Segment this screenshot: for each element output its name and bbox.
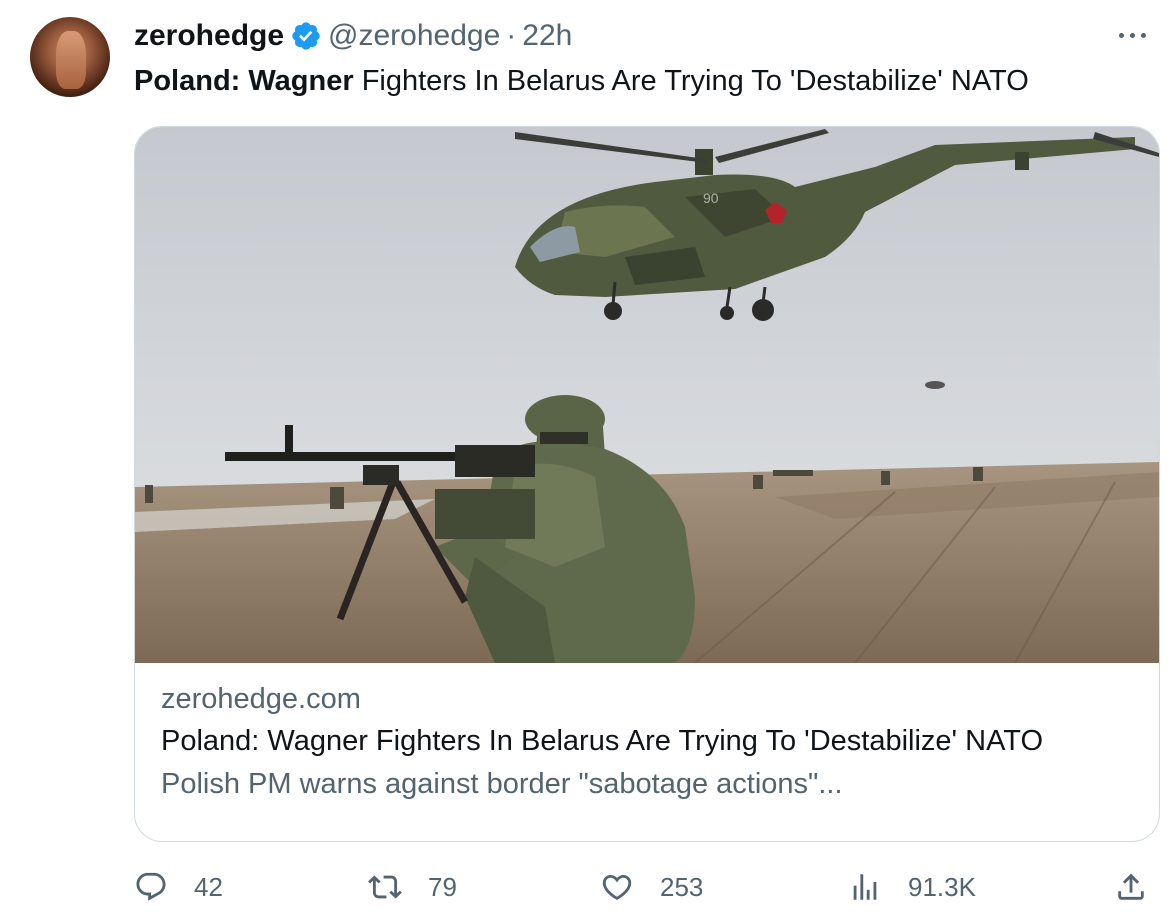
reply-button[interactable]: 42 xyxy=(134,862,223,912)
tweet-header: zerohedge @zerohedge · 22h xyxy=(134,16,572,56)
card-image: 90 xyxy=(135,127,1159,663)
views-icon xyxy=(853,874,877,900)
retweet-icon xyxy=(368,875,402,899)
avatar-figure xyxy=(56,31,86,89)
views-count: 91.3K xyxy=(908,871,976,902)
header-separator: · xyxy=(506,19,517,52)
card-title: Poland: Wagner Fighters In Belarus Are T… xyxy=(161,725,1044,757)
helicopter-marking: 90 xyxy=(703,190,719,206)
verified-badge-icon[interactable] xyxy=(290,20,322,52)
tweet-text: Poland: Wagner Fighters In Belarus Are T… xyxy=(134,62,1029,100)
share-icon xyxy=(1118,873,1144,900)
tweet-timestamp[interactable]: 22h xyxy=(522,19,572,53)
reply-count: 42 xyxy=(194,871,223,902)
like-count: 253 xyxy=(660,871,704,902)
more-options-icon[interactable] xyxy=(1112,20,1152,50)
retweet-count: 79 xyxy=(428,871,457,902)
reply-icon xyxy=(136,872,166,901)
tweet-text-bold: Poland: Wagner xyxy=(134,65,354,97)
card-meta: zerohedge.com Poland: Wagner Fighters In… xyxy=(161,679,1139,805)
author-name[interactable]: zerohedge xyxy=(134,19,284,53)
like-icon xyxy=(602,874,632,900)
tweet-actions: 42 79 253 91.3K xyxy=(0,862,1176,912)
views-button[interactable]: 91.3K xyxy=(848,862,976,912)
author-handle[interactable]: @zerohedge xyxy=(328,19,500,53)
share-button[interactable] xyxy=(1114,862,1148,912)
card-description: Polish PM warns against border "sabotage… xyxy=(161,768,843,800)
retweet-button[interactable]: 79 xyxy=(368,862,457,912)
card-domain: zerohedge.com xyxy=(161,683,361,715)
author-avatar[interactable] xyxy=(30,17,110,97)
like-button[interactable]: 253 xyxy=(600,862,703,912)
link-preview-card[interactable]: 90 zerohedge.com Poland: Wagner Fighters… xyxy=(134,126,1160,842)
tweet-text-rest: Fighters In Belarus Are Trying To 'Desta… xyxy=(353,65,1029,97)
